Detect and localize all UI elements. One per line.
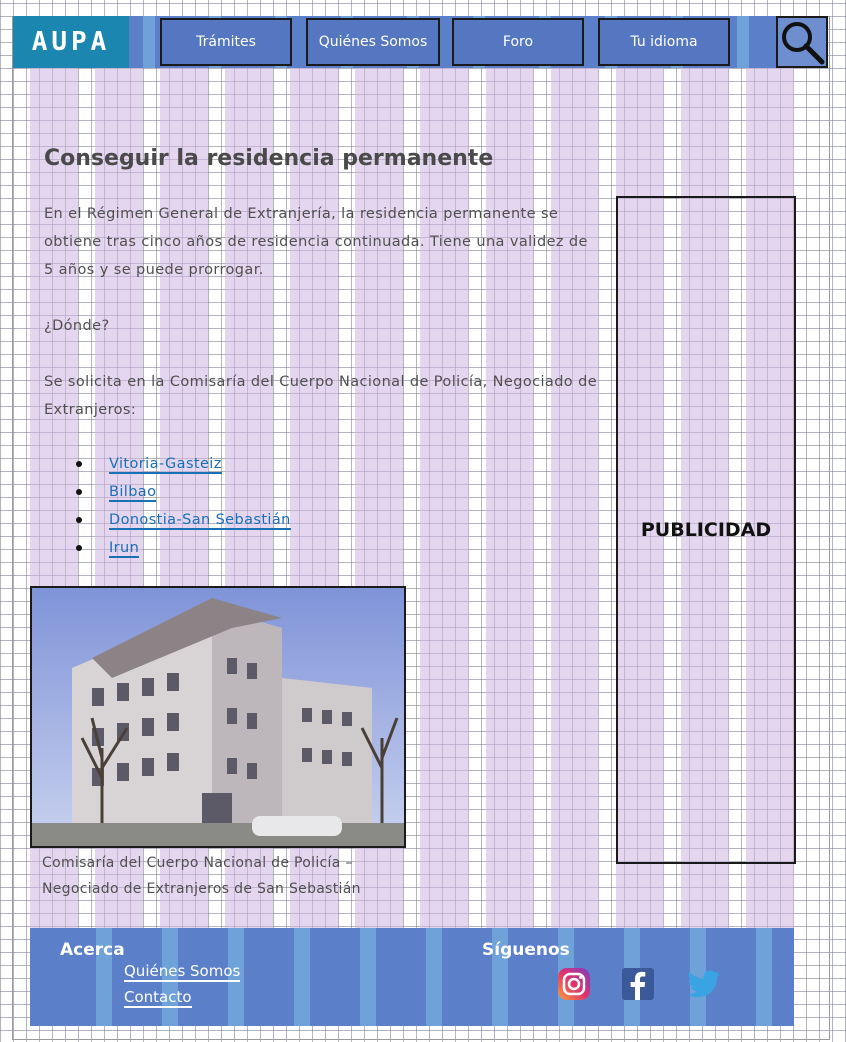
site-logo[interactable]: AUPA — [13, 16, 129, 68]
search-button[interactable] — [776, 16, 828, 68]
photo-caption: Comisaría del Cuerpo Nacional de Policía… — [42, 855, 361, 897]
footer-link-contacto[interactable]: Contacto — [124, 988, 192, 1008]
ad-label: PUBLICIDAD — [640, 519, 772, 541]
intro-paragraph: En el Régimen General de Extranjería, la… — [44, 206, 588, 278]
location-link-bilbao[interactable]: Bilbao — [109, 484, 157, 502]
nav-item-tramites[interactable]: Trámites — [160, 18, 292, 66]
footer-follow-heading: Síguenos — [482, 940, 570, 960]
footer-link-quienes-somos[interactable]: Quiénes Somos — [124, 962, 241, 982]
location-link-vitoria-gasteiz[interactable]: Vitoria-Gasteiz — [109, 456, 222, 474]
logo-text: AUPA — [31, 27, 111, 57]
nav-item-tu-idioma[interactable]: Tu idioma — [598, 18, 730, 66]
location-link-irun[interactable]: Irun — [109, 540, 140, 558]
list-item: Vitoria-Gasteiz — [58, 450, 291, 478]
advertisement-box[interactable]: PUBLICIDAD — [616, 196, 796, 864]
nav-item-foro[interactable]: Foro — [452, 18, 584, 66]
where-heading: ¿Dónde? — [44, 318, 110, 334]
facebook-icon[interactable] — [620, 966, 656, 1002]
search-icon — [782, 22, 825, 65]
list-item: Irun — [58, 534, 291, 562]
building-illustration — [32, 588, 404, 846]
police-station-photo — [30, 586, 406, 848]
twitter-icon[interactable] — [686, 966, 722, 1002]
location-link-donostia[interactable]: Donostia-San Sebastián — [109, 512, 291, 530]
nav-item-quienes-somos[interactable]: Quiénes Somos — [306, 18, 440, 66]
locations-list: Vitoria-Gasteiz Bilbao Donostia-San Seba… — [58, 450, 291, 562]
list-item: Bilbao — [58, 478, 291, 506]
list-item: Donostia-San Sebastián — [58, 506, 291, 534]
page-title: Conseguir la residencia permanente — [44, 146, 494, 171]
footer-about-heading: Acerca — [60, 940, 125, 960]
instagram-icon[interactable] — [556, 966, 592, 1002]
where-paragraph: Se solicita en la Comisaría del Cuerpo N… — [44, 374, 598, 418]
